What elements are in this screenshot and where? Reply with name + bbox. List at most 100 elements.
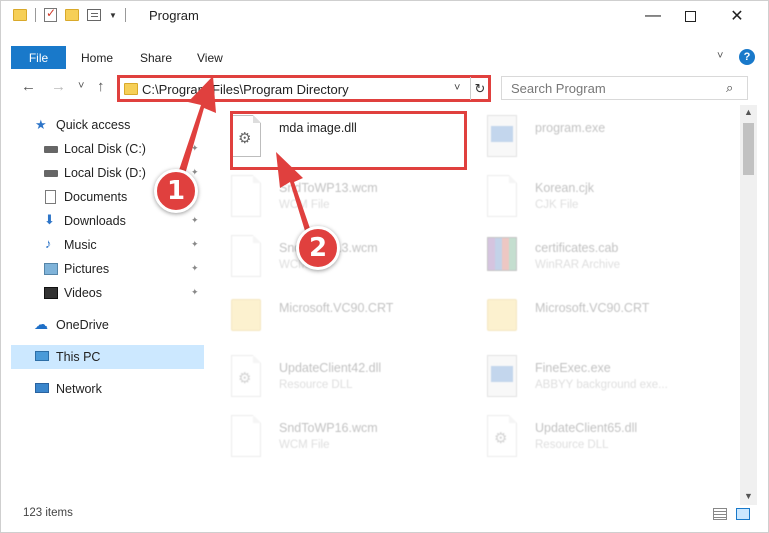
- folder-icon: [487, 299, 517, 331]
- pin-icon: ✦: [191, 215, 199, 225]
- file-item[interactable]: certificates.cab WinRAR Archive: [471, 229, 721, 285]
- sidebar-item-network[interactable]: Network: [11, 377, 204, 401]
- new-folder-icon[interactable]: [65, 9, 79, 21]
- file-item[interactable]: Korean.cjk CJK File: [471, 169, 721, 225]
- folder-item[interactable]: Microsoft.VC90.CRT: [471, 289, 721, 345]
- file-name: SndToWP16.wcm: [279, 421, 378, 435]
- gear-icon: ⚙: [494, 430, 508, 447]
- file-type: WinRAR Archive: [535, 259, 620, 271]
- search-icon[interactable]: ⌕: [726, 80, 733, 96]
- address-bar[interactable]: C:\Program Files\Program Directory ˅ ↻: [117, 75, 491, 102]
- customize-toolbar-chevron-icon[interactable]: ▼: [109, 11, 117, 20]
- recent-locations-button[interactable]: ˅: [78, 80, 84, 92]
- file-explorer-window: ▼ Program — ✕ File Home Share View ˅ ? ←…: [0, 0, 769, 533]
- file-item[interactable]: SndToWP16.wcm WCM File: [215, 409, 465, 465]
- forward-button[interactable]: →: [51, 78, 66, 95]
- toolbar-divider: [35, 8, 36, 22]
- address-row: ← → ˅ ↑ C:\Program Files\Program Directo…: [1, 73, 768, 103]
- sidebar-item-label: Documents: [64, 190, 128, 204]
- sidebar-item-videos[interactable]: Videos ✦: [11, 281, 204, 305]
- sidebar-item-label: Downloads: [64, 214, 126, 228]
- search-input[interactable]: Search Program: [511, 81, 606, 96]
- sidebar-item-pictures[interactable]: Pictures ✦: [11, 257, 204, 281]
- help-icon[interactable]: ?: [739, 49, 755, 65]
- dll-file-icon: ⚙: [231, 355, 261, 397]
- pin-icon: ✦: [191, 143, 199, 153]
- sidebar-item-this-pc[interactable]: This PC: [11, 345, 204, 369]
- file-name: certificates.cab: [535, 241, 619, 255]
- properties-icon[interactable]: [87, 9, 101, 21]
- file-name: Korean.cjk: [535, 181, 595, 195]
- file-item[interactable]: SndToWP13.wcm WCM File: [215, 169, 465, 225]
- step-1-badge: 1: [154, 169, 198, 213]
- sidebar-item-music[interactable]: ♪ Music ✦: [11, 233, 204, 257]
- folder-icon: [124, 83, 138, 95]
- scroll-up-arrow-icon[interactable]: ▲: [744, 107, 753, 117]
- generic-file-icon: [231, 235, 261, 277]
- close-button[interactable]: ✕: [714, 1, 760, 31]
- music-icon: ♪: [45, 236, 52, 251]
- up-button[interactable]: ↑: [97, 78, 105, 95]
- drive-icon: [44, 146, 58, 153]
- star-icon: ★: [35, 117, 47, 132]
- quick-access-toolbar: ▼: [13, 6, 126, 22]
- generic-file-icon: [231, 175, 261, 217]
- cloud-icon: ☁: [34, 316, 48, 332]
- scrollbar-thumb[interactable]: [743, 123, 754, 175]
- generic-file-icon: [487, 175, 517, 217]
- file-item[interactable]: program.exe: [471, 109, 721, 165]
- tab-home[interactable]: Home: [81, 46, 113, 69]
- pin-icon: ✦: [191, 239, 199, 249]
- sidebar-item-label: Music: [64, 238, 97, 252]
- sidebar-item-label: Local Disk (D:): [64, 166, 146, 180]
- pictures-icon: [44, 263, 58, 275]
- vertical-scrollbar[interactable]: ▲ ▼: [740, 105, 757, 505]
- sidebar-item-label: Local Disk (C:): [64, 142, 146, 156]
- file-name: UpdateClient65.dll: [535, 421, 638, 435]
- sidebar-item-onedrive[interactable]: ☁ OneDrive: [11, 313, 204, 337]
- dll-file-icon: ⚙: [487, 415, 517, 457]
- toolbar-divider: [124, 8, 126, 22]
- scroll-down-arrow-icon[interactable]: ▼: [744, 491, 753, 501]
- file-type: CJK File: [535, 199, 579, 211]
- gear-icon: ⚙: [238, 370, 252, 387]
- sidebar-item-label: Videos: [64, 286, 102, 300]
- drive-icon: [44, 170, 58, 177]
- refresh-button[interactable]: ↻: [470, 77, 489, 100]
- file-item[interactable]: SndToWP13.wcm WCM File: [215, 229, 465, 285]
- maximize-button[interactable]: [667, 1, 713, 31]
- file-item[interactable]: FineExec.exe ABBYY background exe...: [471, 349, 721, 405]
- file-type: Resource DLL: [535, 439, 609, 451]
- file-type: WCM File: [279, 439, 330, 451]
- file-item[interactable]: ⚙ UpdateClient42.dll Resource DLL: [215, 349, 465, 405]
- maximize-icon: [684, 10, 696, 22]
- file-name: program.exe: [535, 121, 606, 135]
- tab-view[interactable]: View: [197, 46, 223, 69]
- sidebar-item-label: Pictures: [64, 262, 110, 276]
- search-box[interactable]: Search Program ⌕: [501, 76, 748, 100]
- status-bar: 123 items: [1, 504, 768, 526]
- address-dropdown-chevron-icon[interactable]: ˅: [454, 82, 460, 94]
- sidebar-item-label: Quick access: [56, 118, 131, 132]
- network-icon: [35, 383, 49, 393]
- details-view-icon[interactable]: [713, 508, 727, 520]
- ribbon-tabs: File Home Share View ˅ ?: [1, 46, 768, 69]
- expand-ribbon-chevron-icon[interactable]: ˅: [717, 50, 723, 62]
- tab-file[interactable]: File: [11, 46, 66, 69]
- file-item[interactable]: ⚙ UpdateClient65.dll Resource DLL: [471, 409, 721, 465]
- file-type: Resource DLL: [279, 379, 353, 391]
- file-name: SndToWP13.wcm: [279, 181, 378, 195]
- properties-check-icon[interactable]: [44, 6, 57, 22]
- sidebar-item-local-disk-c[interactable]: Local Disk (C:) ✦: [11, 137, 204, 161]
- sidebar-item-quick-access[interactable]: ★ Quick access: [11, 113, 204, 137]
- file-name: Microsoft.VC90.CRT: [535, 301, 650, 315]
- folder-icon[interactable]: [13, 9, 27, 21]
- tab-share[interactable]: Share: [140, 46, 172, 69]
- file-name: Microsoft.VC90.CRT: [279, 301, 394, 315]
- folder-item[interactable]: Microsoft.VC90.CRT: [215, 289, 465, 345]
- step-2-badge: 2: [296, 226, 340, 270]
- back-button[interactable]: ←: [21, 78, 36, 95]
- large-icons-view-icon[interactable]: [736, 508, 750, 520]
- document-icon: [45, 190, 56, 204]
- address-path[interactable]: C:\Program Files\Program Directory: [142, 82, 349, 97]
